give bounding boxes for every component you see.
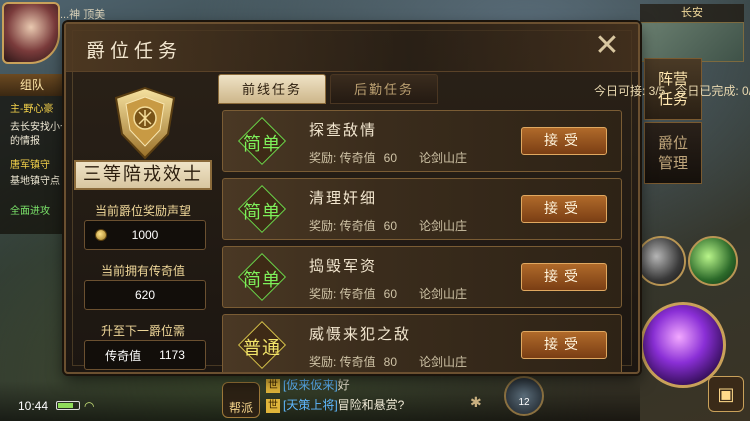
chat-message[interactable]: 世 [天策上将]冒险和悬赏?	[266, 396, 404, 413]
task-name: 捣毁军资	[309, 257, 378, 275]
difficulty-label: 简单	[243, 202, 281, 223]
task-location: 论剑山庄	[419, 151, 468, 165]
reward-label: 奖励: 传奇值	[309, 287, 376, 301]
next-rank-requirement: 传奇值 1173	[84, 340, 206, 370]
task-row: 简单 清理奸细 奖励: 传奇值 60 论剑山庄 接受	[222, 178, 622, 240]
task-location: 论剑山庄	[419, 355, 468, 369]
team-tab[interactable]: 组队	[0, 74, 64, 96]
coin-icon	[95, 229, 107, 241]
task-name: 探查敌情	[309, 121, 378, 139]
next-rank-label: 升至下一爵位需	[100, 324, 185, 338]
difficulty-badge: 简单	[237, 184, 287, 234]
rank-info-panel: 三等陪戎效士 当前爵位奖励声望 1000 当前拥有传奇值 620 升至下一爵位需…	[74, 74, 212, 370]
guild-button[interactable]: 帮派	[222, 382, 260, 418]
difficulty-badge: 简单	[237, 116, 287, 166]
quest-line[interactable]: 基地镇守点	[10, 176, 60, 188]
task-name: 威慑来犯之敌	[309, 325, 412, 343]
rank-name: 三等陪戎效士	[74, 160, 212, 190]
clock: 10:44	[18, 399, 49, 413]
daily-completed: 今日已完成: 0/5	[675, 84, 750, 98]
chat-settings-icon[interactable]: ✱	[470, 394, 482, 411]
reward-value: 60	[383, 219, 398, 233]
chat-sender[interactable]: [天策上将]	[283, 398, 338, 412]
right-hud: 长安 阵营任务 爵位管理 ▣	[636, 0, 750, 421]
task-reward: 奖励: 传奇值 60 论剑山庄	[309, 149, 467, 166]
reward-label: 奖励: 传奇值	[309, 151, 376, 165]
tab-frontline[interactable]: 前线任务	[218, 74, 326, 104]
battery-icon	[56, 401, 80, 410]
bag-icon[interactable]: ▣	[708, 376, 744, 412]
close-icon[interactable]: ✕	[592, 31, 622, 62]
quest-line[interactable]: 的情报	[10, 136, 40, 148]
stat-value: 1173	[159, 348, 185, 362]
reward-label: 奖励: 传奇值	[309, 219, 376, 233]
accept-button[interactable]: 接受	[521, 331, 607, 359]
task-name: 清理奸细	[309, 189, 378, 207]
reward-label: 奖励: 传奇值	[309, 355, 376, 369]
legend-points-value: 620	[84, 280, 206, 310]
quest-line[interactable]: 全面进攻	[10, 206, 50, 218]
rank-emblem-icon	[114, 86, 176, 160]
task-location: 论剑山庄	[419, 287, 468, 301]
player-name: ...神 顶美	[60, 9, 106, 21]
reputation-reward-value: 1000	[84, 220, 206, 250]
reward-value: 60	[383, 287, 398, 301]
tab-logistics[interactable]: 后勤任务	[330, 74, 438, 104]
task-row: 普通 威慑来犯之敌 奖励: 传奇值 80 论剑山庄 接受	[222, 314, 622, 372]
stat-prefix: 传奇值	[105, 348, 142, 363]
reward-value: 80	[383, 355, 398, 369]
skill-button[interactable]	[688, 236, 738, 286]
minimap[interactable]	[640, 22, 744, 62]
legend-points-label: 当前拥有传奇值	[100, 264, 185, 278]
world-channel-tag: 世	[266, 398, 280, 413]
daily-counters: 今日可接: 3/5 今日已完成: 0/5	[594, 82, 750, 99]
quest-tabs: 前线任务 后勤任务 今日可接: 3/5 今日已完成: 0/5	[218, 74, 750, 106]
task-reward: 奖励: 传奇值 80 论剑山庄	[309, 353, 467, 370]
stat-value: 620	[134, 288, 156, 302]
difficulty-label: 简单	[243, 134, 281, 155]
task-reward: 奖励: 传奇值 60 论剑山庄	[309, 285, 467, 302]
rank-quest-dialog: 爵位任务 ✕ 三等陪戎效士 当前爵位奖励声望 1000 当前拥有传奇值 620	[64, 22, 750, 374]
difficulty-label: 简单	[243, 270, 281, 291]
chat-message[interactable]: 世 [仮来仮来]好	[266, 376, 350, 393]
task-row: 简单 探查敌情 奖励: 传奇值 60 论剑山庄 接受	[222, 110, 622, 172]
chat-text: 好	[337, 378, 350, 392]
wifi-icon: ◠	[84, 399, 95, 413]
item-orb[interactable]: 12	[504, 376, 544, 416]
accept-button[interactable]: 接受	[521, 127, 607, 155]
reputation-reward-label: 当前爵位奖励声望	[94, 204, 191, 218]
difficulty-badge: 普通	[237, 320, 287, 370]
reward-value: 60	[383, 151, 398, 165]
task-location: 论剑山庄	[419, 219, 468, 233]
daily-available: 今日可接: 3/5	[594, 84, 666, 98]
dialog-header: 爵位任务 ✕	[66, 24, 638, 72]
difficulty-label: 普通	[243, 338, 281, 359]
city-name: 长安	[640, 4, 744, 22]
player-avatar[interactable]	[2, 2, 60, 64]
task-list[interactable]: 简单 探查敌情 奖励: 传奇值 60 论剑山庄 接受 简单 清理奸细 奖励: 传奇值…	[218, 106, 632, 372]
chat-sender[interactable]: [仮来仮来]	[283, 378, 338, 392]
task-reward: 奖励: 传奇值 60 论剑山庄	[309, 217, 467, 234]
difficulty-badge: 简单	[237, 252, 287, 302]
quest-line[interactable]: 主-野心豪	[10, 104, 53, 116]
world-channel-tag: 世	[266, 378, 280, 393]
accept-button[interactable]: 接受	[521, 263, 607, 291]
quest-line[interactable]: 唐军镇守	[10, 160, 50, 172]
tab-rank-management[interactable]: 爵位管理	[644, 122, 702, 184]
task-row: 简单 捣毁军资 奖励: 传奇值 60 论剑山庄 接受	[222, 246, 622, 308]
stat-value: 1000	[131, 228, 159, 242]
accept-button[interactable]: 接受	[521, 195, 607, 223]
chat-text: 冒险和悬赏?	[337, 398, 405, 412]
dialog-title: 爵位任务	[86, 40, 183, 62]
skill-button[interactable]	[636, 236, 686, 286]
